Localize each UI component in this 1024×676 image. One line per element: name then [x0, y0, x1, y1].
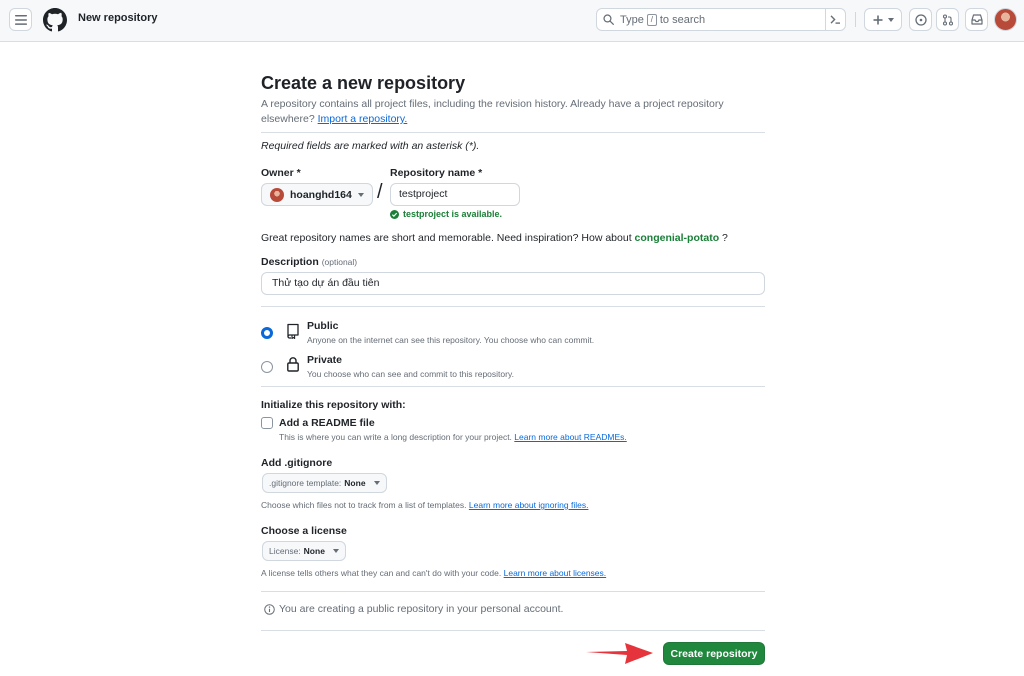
gitignore-title: Add .gitignore — [261, 457, 333, 469]
divider — [261, 630, 765, 631]
gitignore-select[interactable]: .gitignore template: None — [262, 473, 387, 493]
issues-button[interactable] — [909, 8, 932, 31]
name-inspiration: Great repository names are short and mem… — [261, 232, 728, 244]
hamburger-icon — [14, 14, 27, 25]
pull-requests-button[interactable] — [936, 8, 959, 31]
gitignore-select-prefix: .gitignore template: — [269, 478, 342, 488]
search-input[interactable]: Type / to search — [596, 8, 846, 31]
license-hint: A license tells others what they can and… — [261, 568, 606, 578]
license-title: Choose a license — [261, 525, 347, 537]
github-logo-icon[interactable] — [43, 8, 67, 32]
public-radio[interactable] — [261, 327, 273, 339]
create-repository-button[interactable]: Create repository — [663, 642, 765, 665]
owner-repo-separator: / — [377, 181, 383, 203]
search-suffix: to search — [659, 13, 706, 26]
search-icon — [603, 14, 614, 25]
divider — [261, 132, 765, 133]
global-header: New repository Type / to search — [0, 0, 1024, 42]
gitignore-hint-text: Choose which files not to track from a l… — [261, 500, 467, 510]
suggested-name-button[interactable]: congenial-potato — [635, 232, 720, 244]
readme-hint: This is where you can write a long descr… — [279, 432, 627, 442]
command-palette-icon — [830, 15, 840, 24]
search-shortcut-key: / — [646, 13, 657, 26]
divider — [261, 591, 765, 592]
issue-icon — [914, 13, 927, 26]
gitignore-select-value: None — [344, 478, 366, 488]
description-input[interactable]: Thử tạo dự án đầu tiên — [261, 272, 765, 295]
search-prefix: Type — [620, 13, 644, 26]
inbox-button[interactable] — [965, 8, 988, 31]
availability-text: testproject is available. — [403, 209, 503, 219]
required-fields-note: Required fields are marked with an aster… — [261, 140, 480, 152]
chevron-down-icon — [373, 481, 380, 485]
context-title[interactable]: New repository — [78, 12, 157, 24]
annotation-arrow-icon — [586, 643, 653, 664]
chevron-down-icon — [887, 17, 894, 22]
readme-label[interactable]: Add a README file — [279, 417, 375, 429]
repo-icon — [287, 323, 299, 339]
chevron-down-icon — [332, 549, 339, 553]
readme-checkbox[interactable] — [261, 417, 273, 429]
hamburger-menu-button[interactable] — [9, 8, 32, 31]
license-learn-more-link[interactable]: Learn more about licenses. — [504, 568, 607, 578]
pull-request-icon — [942, 13, 953, 26]
private-description: You choose who can see and commit to thi… — [307, 369, 514, 379]
private-title: Private — [307, 354, 343, 366]
readme-hint-text: This is where you can write a long descr… — [279, 432, 512, 442]
license-hint-text: A license tells others what they can and… — [261, 568, 502, 578]
check-circle-icon — [390, 209, 399, 219]
optional-tag: (optional) — [321, 257, 358, 267]
import-repository-link[interactable]: Import a repository. — [318, 113, 408, 125]
owner-label: Owner * — [261, 167, 301, 179]
chevron-down-icon — [358, 192, 364, 197]
inspiration-suffix: ? — [722, 232, 728, 244]
divider — [261, 306, 765, 307]
inspiration-text: Great repository names are short and mem… — [261, 232, 632, 244]
visibility-info: You are creating a public repository in … — [264, 603, 563, 615]
license-select-prefix: License: — [269, 546, 301, 556]
plus-icon — [873, 15, 882, 24]
public-title: Public — [307, 320, 339, 332]
header-divider — [855, 12, 856, 27]
repository-name-input[interactable]: testproject — [390, 183, 520, 206]
initialize-title: Initialize this repository with: — [261, 399, 406, 411]
page-subtitle: A repository contains all project files,… — [261, 97, 741, 127]
public-description: Anyone on the internet can see this repo… — [307, 335, 595, 345]
readme-learn-more-link[interactable]: Learn more about READMEs. — [514, 432, 626, 442]
availability-message: testproject is available. — [390, 209, 502, 219]
private-radio[interactable] — [261, 361, 273, 373]
owner-avatar — [270, 187, 284, 202]
create-new-button[interactable] — [864, 8, 902, 31]
lock-icon — [287, 357, 299, 372]
user-avatar[interactable] — [994, 8, 1017, 31]
page-title: Create a new repository — [261, 73, 466, 93]
gitignore-hint: Choose which files not to track from a l… — [261, 500, 588, 510]
owner-select[interactable]: hoanghd164 — [261, 183, 373, 206]
repository-name-label: Repository name * — [390, 167, 483, 179]
license-select-value: None — [303, 546, 325, 556]
command-palette-button[interactable] — [825, 9, 845, 30]
owner-value: hoanghd164 — [290, 188, 352, 201]
gitignore-learn-more-link[interactable]: Learn more about ignoring files. — [469, 500, 589, 510]
visibility-info-text: You are creating a public repository in … — [279, 603, 564, 615]
description-label-text: Description — [261, 256, 319, 268]
license-select[interactable]: License: None — [262, 541, 346, 561]
inbox-icon — [970, 14, 983, 25]
info-icon — [264, 603, 275, 615]
description-label: Description (optional) — [261, 256, 357, 268]
divider — [261, 386, 765, 387]
